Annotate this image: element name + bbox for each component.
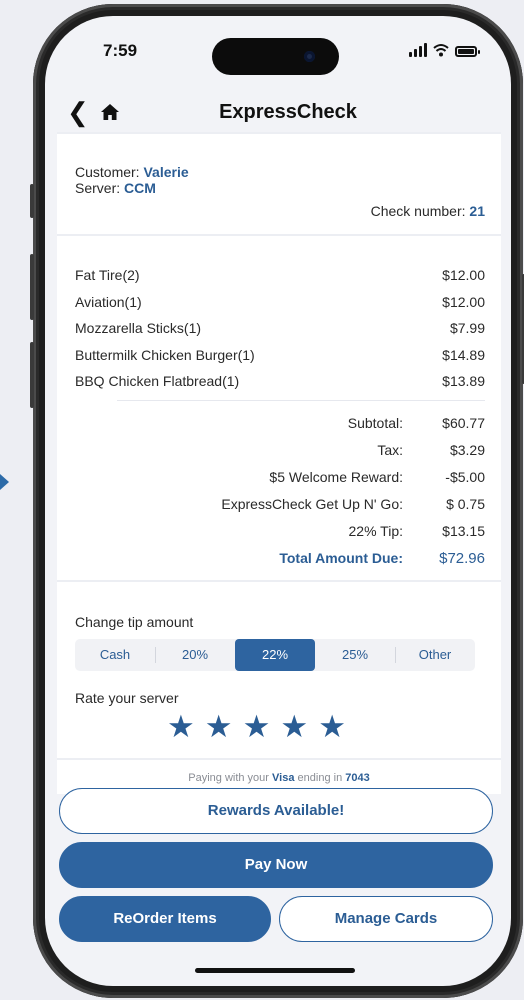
star-icon[interactable]: ★ [167,710,195,744]
status-time: 7:59 [103,41,138,60]
wifi-icon [433,44,449,57]
rate-label: Rate your server [75,690,179,706]
battery-icon [455,46,480,57]
total-value: $72.96 [439,550,485,567]
star-icon[interactable]: ★ [205,710,233,744]
item-price: $13.89 [442,373,485,389]
reorder-items-button[interactable]: ReOrder Items [59,896,271,942]
check-info: Customer: Valerie Server: CCM [75,164,189,196]
check-number-label: Check number: [370,203,466,219]
divider [57,758,501,760]
pay-now-button[interactable]: Pay Now [59,842,493,888]
status-icons [409,43,480,57]
volume-down-button [30,342,34,408]
side-arrow-icon [0,474,9,490]
tip-option-22[interactable]: 22% [235,639,315,671]
total-value: $ 0.75 [446,496,485,512]
list-item: Mozzarella Sticks(1) $7.99 [75,315,485,342]
total-due-row: Total Amount Due: $72.96 [85,545,485,572]
total-label: Total Amount Due: [279,550,403,566]
list-item: BBQ Chicken Flatbread(1) $13.89 [75,368,485,395]
list-item: Fat Tire(2) $12.00 [75,262,485,289]
divider [117,400,485,401]
tip-option-other[interactable]: Other [395,639,475,671]
item-price: $12.00 [442,293,485,310]
home-indicator[interactable] [195,968,355,973]
divider [57,580,501,582]
item-name: BBQ Chicken Flatbread(1) [75,373,240,389]
reward-row: $5 Welcome Reward: -$5.00 [85,464,485,491]
totals: Subtotal: $60.77 Tax: $3.29 $5 Welcome Rew… [85,410,485,572]
check-number: Check number: 21 [371,203,485,219]
total-value: $60.77 [442,415,485,431]
item-name: Fat Tire(2) [75,267,140,283]
customer-name: Valerie [143,164,189,180]
star-icon[interactable]: ★ [318,710,346,744]
total-label: $5 Welcome Reward: [269,469,403,485]
list-item: Aviation(1) $12.00 [75,289,485,316]
total-label: ExpressCheck Get Up N' Go: [221,496,403,512]
item-name: Mozzarella Sticks(1) [75,320,202,336]
tip-selector: Cash 20% 22% 25% Other [75,639,475,671]
item-price: $14.89 [442,346,485,363]
fee-row: ExpressCheck Get Up N' Go: $ 0.75 [85,491,485,518]
phone-frame: 7:59 ❮ ExpressCheck Customer: Valerie Se… [30,4,524,998]
card-last4: 7043 [345,772,370,784]
volume-up-button [30,254,34,320]
total-label: 22% Tip: [348,523,403,539]
item-name: Aviation(1) [75,293,142,310]
item-name: Buttermilk Chicken Burger(1) [75,346,255,363]
total-value: -$5.00 [445,469,485,485]
total-value: $13.15 [442,523,485,539]
star-icon[interactable]: ★ [243,710,271,744]
star-rating: ★ ★ ★ ★ ★ [167,710,346,744]
signal-icon [409,43,427,57]
list-item: Buttermilk Chicken Burger(1) $14.89 [75,342,485,369]
app-screen: 7:59 ❮ ExpressCheck Customer: Valerie Se… [45,16,511,986]
tip-option-20[interactable]: 20% [155,639,235,671]
nav-bar: ❮ ExpressCheck [45,88,511,136]
rewards-button[interactable]: Rewards Available! [59,788,493,834]
manage-cards-button[interactable]: Manage Cards [279,896,493,942]
divider [57,132,501,134]
camera-icon [304,51,315,62]
page-title: ExpressCheck [219,101,357,123]
mute-switch [30,184,34,218]
card-brand: Visa [272,772,295,784]
payment-note: Paying with your Visa ending in 7043 [57,772,501,784]
divider [57,234,501,236]
tax-row: Tax: $3.29 [85,437,485,464]
payment-prefix: Paying with your [188,772,269,784]
dynamic-island [212,38,339,75]
item-price: $12.00 [442,267,485,283]
check-card: Customer: Valerie Server: CCM Check numb… [57,132,501,794]
server-name: CCM [124,180,156,196]
server-label: Server: [75,180,121,196]
order-items: Fat Tire(2) $12.00 Aviation(1) $12.00 Mozz… [75,262,485,395]
item-price: $7.99 [449,320,485,336]
total-value: $3.29 [449,442,485,458]
tip-label: Change tip amount [75,614,194,630]
payment-middle: ending in [297,772,343,784]
star-icon[interactable]: ★ [280,710,308,744]
total-label: Tax: [377,442,403,458]
total-label: Subtotal: [347,415,403,431]
tip-option-25[interactable]: 25% [315,639,395,671]
tip-row: 22% Tip: $13.15 [85,518,485,545]
customer-label: Customer: [75,164,140,180]
tip-option-cash[interactable]: Cash [75,639,155,671]
check-number-value: 21 [469,203,485,219]
subtotal-row: Subtotal: $60.77 [85,410,485,437]
